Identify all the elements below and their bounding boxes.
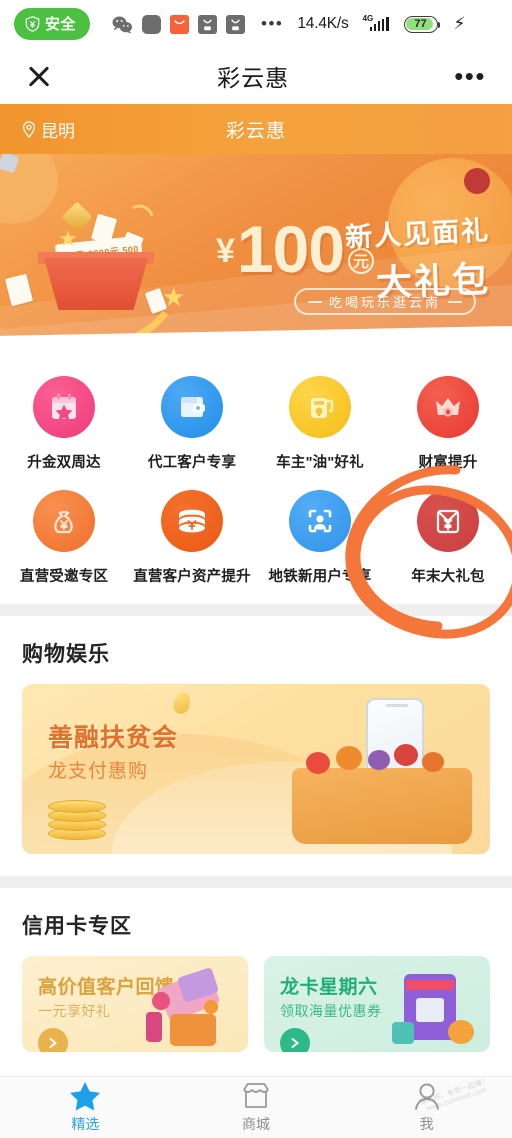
grid-item-label: 代工客户专享 — [147, 455, 237, 471]
battery-indicator: 77 — [403, 15, 441, 33]
grid-item-label: 财富提升 — [418, 455, 478, 471]
hero-subtitle-pill: 吃喝玩乐逛云南 — [293, 288, 476, 315]
tab-shangcheng[interactable]: 商城 — [171, 1077, 342, 1138]
grid-item-label: 年末大礼包 — [411, 569, 485, 585]
creditcard-section: 信用卡专区 高价值客户回馈 一元享好礼 龙卡星期六 领取海量优惠券 — [0, 888, 512, 1066]
grid-item-chezhu[interactable]: 车主"油"好礼 — [256, 368, 384, 482]
hero-currency-symbol: ¥ — [216, 232, 235, 270]
shopping-section: 购物娱乐 善融扶贫会 龙支付惠购 — [0, 616, 512, 854]
grid-item-label: 直营受邀专区 — [19, 569, 109, 585]
more-dots-icon[interactable]: ••• — [454, 63, 486, 89]
card-subtitle: 一元享好礼 — [38, 1003, 111, 1019]
grid-item-zhiying-yaoqing[interactable]: 直营受邀专区 — [0, 482, 128, 596]
page-title: 彩云惠 — [217, 65, 290, 91]
shopping-banner[interactable]: 善融扶贫会 龙支付惠购 — [22, 684, 490, 854]
fruit-apple — [306, 752, 330, 774]
star-icon — [70, 1082, 101, 1111]
quick-link-grid: 升金双周达 代工客户专享 车主"油"好礼 财富提升 直营受邀专区 直营客户资产提… — [0, 352, 512, 604]
shop-icon — [243, 1083, 269, 1108]
gift-box-illustration: 100元 2000元 500元 ★ ★ — [4, 199, 192, 352]
status-app-icons — [111, 14, 246, 34]
tab-jingxuan[interactable]: 精选 — [0, 1077, 171, 1138]
grid-item-nianmo-dalibao[interactable]: 年末大礼包 — [384, 482, 512, 596]
grid-item-label: 升金双周达 — [27, 455, 101, 471]
shield-yen-icon — [25, 15, 40, 32]
network-speed-label: 14.4K/s — [297, 15, 349, 32]
hero-dot-red — [464, 168, 490, 194]
security-badge: 安全 — [14, 8, 91, 40]
fuel-can-icon — [289, 376, 351, 438]
tab-label: 我 — [419, 1116, 434, 1132]
bottom-tab-bar: 精选 商城 我 赚客吧，有货一起赚！ www.zuanke8.com — [0, 1076, 512, 1138]
user-scan-icon — [289, 490, 351, 552]
fruit-persimmon — [422, 752, 444, 772]
close-icon[interactable] — [26, 63, 52, 89]
arrow-circle-icon[interactable] — [280, 1028, 310, 1052]
fruit-grape — [368, 750, 390, 770]
falling-coin-icon — [170, 690, 194, 716]
hero-subtitle-rule-left — [307, 300, 322, 303]
hero-banner[interactable]: 100元 2000元 500元 ★ ★ ¥ 100 元 新人见面礼 大礼包 吃喝… — [0, 154, 512, 352]
crown-gem-icon — [417, 376, 479, 438]
sub-header: 昆明 彩云惠 — [0, 104, 512, 154]
coin-stack-yen-icon — [161, 490, 223, 552]
hero-headline-top: 新人见面礼 — [344, 215, 491, 253]
card-subtitle: 领取海量优惠券 — [280, 1003, 382, 1019]
grid-row-2: 直营受邀专区 直营客户资产提升 地铁新用户专享 年末大礼包 — [0, 482, 512, 596]
hero-amount: 100 — [236, 212, 345, 286]
tab-label: 精选 — [71, 1116, 100, 1132]
battery-level-label: 77 — [414, 18, 427, 30]
signal-bars-icon: 4G — [362, 14, 389, 31]
shopping-banner-title: 善融扶贫会 — [48, 724, 179, 752]
grid-item-label: 地铁新用户专享 — [268, 569, 372, 585]
red-envelope-yen-icon — [417, 490, 479, 552]
money-bag-icon — [33, 490, 95, 552]
status-bar: 安全 ••• 14.4K/s 4G 77 ⚡ — [0, 0, 512, 48]
wallet-icon — [161, 376, 223, 438]
flying-note-1 — [4, 273, 34, 307]
hero-subtitle: 吃喝玩乐逛云南 — [328, 295, 441, 310]
fruit-orange — [336, 746, 362, 770]
app-red-icon — [170, 14, 190, 34]
tab-label: 商城 — [242, 1116, 270, 1132]
arrow-circle-icon[interactable] — [38, 1028, 68, 1052]
grid-item-shengjin[interactable]: 升金双周达 — [0, 368, 128, 482]
grid-item-ditie[interactable]: 地铁新用户专享 — [256, 482, 384, 596]
sub-header-title: 彩云惠 — [225, 120, 286, 142]
creditcard-section-title: 信用卡专区 — [22, 915, 132, 938]
app-grey-icon — [142, 14, 162, 34]
tab-wo[interactable]: 我 — [341, 1077, 512, 1138]
creditcard-card-list: 高价值客户回馈 一元享好礼 龙卡星期六 领取海量优惠券 — [0, 956, 512, 1066]
grid-item-label: 直营客户资产提升 — [133, 569, 251, 585]
hero-subtitle-rule-right — [448, 300, 462, 303]
grid-item-daigong[interactable]: 代工客户专享 — [128, 368, 256, 482]
card-artwork — [386, 966, 486, 1052]
shopping-section-title: 购物娱乐 — [22, 643, 110, 666]
grid-row-1: 升金双周达 代工客户专享 车主"油"好礼 财富提升 — [0, 368, 512, 482]
fruit-basket-illustration — [292, 744, 472, 844]
app-bag1-icon — [198, 14, 218, 34]
person-icon — [414, 1083, 439, 1110]
status-overflow-icon: ••• — [261, 14, 284, 33]
creditcard-item-longka[interactable]: 龙卡星期六 领取海量优惠券 — [264, 956, 490, 1052]
app-root: 安全 ••• 14.4K/s 4G 77 ⚡ 彩云惠 ••• 昆明 彩云惠 ★ … — [0, 0, 512, 1138]
security-badge-label: 安全 — [45, 16, 77, 33]
grid-item-caifu[interactable]: 财富提升 — [384, 368, 512, 482]
fruit-tomato — [394, 744, 418, 766]
shopping-banner-subtitle: 龙支付惠购 — [48, 761, 149, 782]
network-type-label: 4G — [362, 14, 374, 23]
section-divider-2 — [0, 876, 512, 888]
app-bag2-icon — [226, 14, 246, 34]
coin-stack-illustration — [48, 800, 106, 840]
charging-bolt-icon: ⚡ — [453, 14, 466, 33]
section-divider-1 — [0, 604, 512, 616]
grid-item-label: 车主"油"好礼 — [276, 455, 364, 471]
nav-bar: 彩云惠 ••• — [0, 48, 512, 104]
card-title: 龙卡星期六 — [280, 977, 378, 998]
creditcard-item-gaojiazhi[interactable]: 高价值客户回馈 一元享好礼 — [22, 956, 248, 1052]
card-artwork — [144, 966, 244, 1052]
grid-item-zichan-tisheng[interactable]: 直营客户资产提升 — [128, 482, 256, 596]
wechat-icon — [112, 15, 132, 34]
calendar-star-icon — [33, 376, 95, 438]
